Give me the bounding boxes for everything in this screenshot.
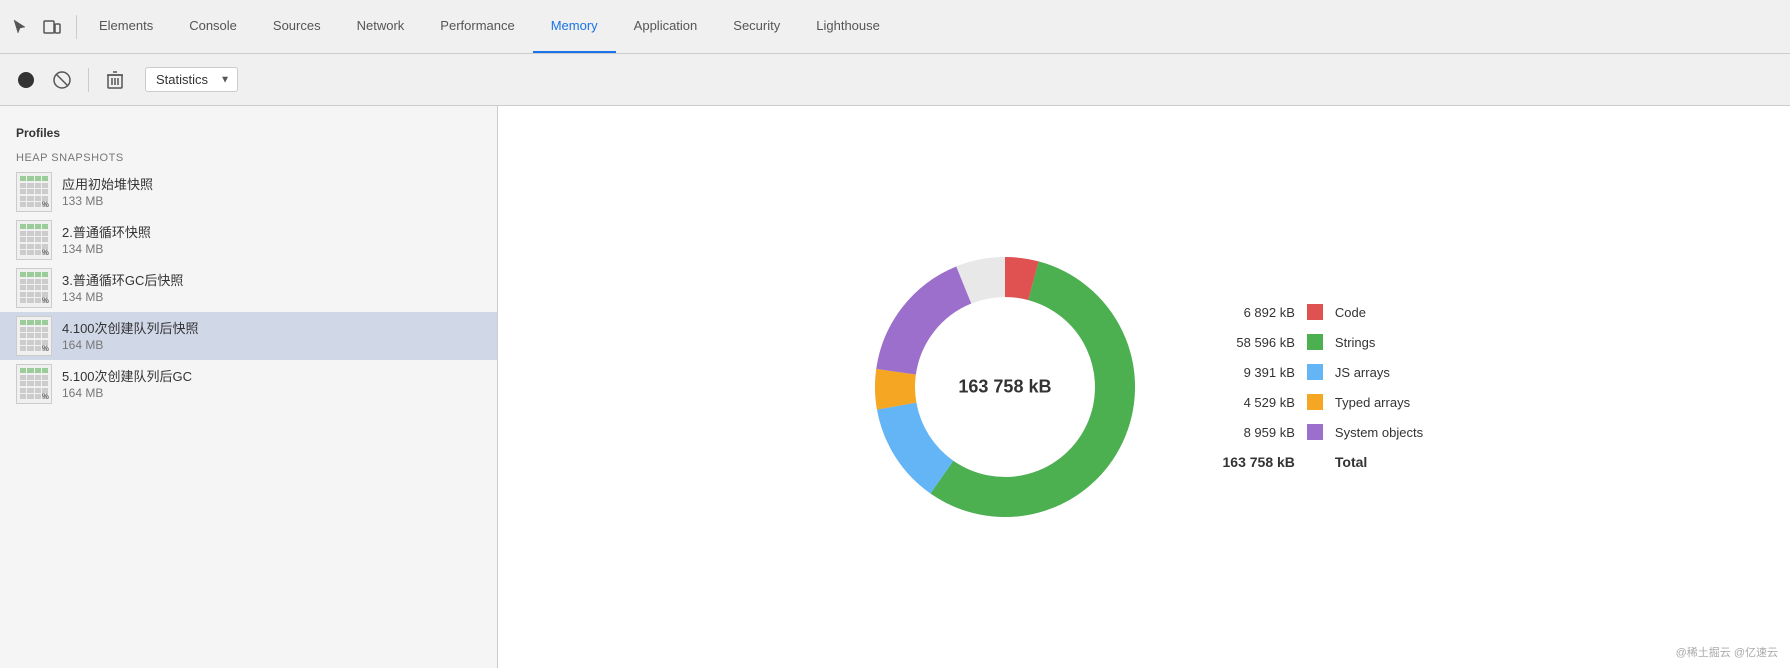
legend-label-code: Code (1335, 305, 1366, 320)
snapshot-size-3: 134 MB (62, 290, 481, 304)
legend-value-code: 6 892 kB (1205, 305, 1295, 320)
legend-color-strings (1307, 334, 1323, 350)
legend-color-js-arrays (1307, 364, 1323, 380)
legend-label-strings: Strings (1335, 335, 1375, 350)
tab-console[interactable]: Console (171, 0, 255, 53)
tab-security[interactable]: Security (715, 0, 798, 53)
snapshot-item-5[interactable]: % 5.100次创建队列后GC 164 MB (0, 360, 497, 408)
snapshot-icon-2: % (16, 222, 52, 258)
donut-center-label: 163 758 kB (958, 377, 1051, 398)
snapshot-size-2: 134 MB (62, 242, 481, 256)
snapshot-info-1: 应用初始堆快照 133 MB (62, 176, 481, 208)
tab-performance[interactable]: Performance (422, 0, 532, 53)
snapshot-info-2: 2.普通循环快照 134 MB (62, 224, 481, 256)
donut-segment-gap (964, 277, 1005, 285)
content-area: 163 758 kB 6 892 kB Code 58 596 kB Strin… (498, 106, 1790, 668)
legend-item-typed-arrays: 4 529 kB Typed arrays (1205, 394, 1423, 410)
snapshot-size-1: 133 MB (62, 194, 481, 208)
snapshot-size-5: 164 MB (62, 386, 481, 400)
nav-icons (8, 15, 77, 39)
legend-value-js-arrays: 9 391 kB (1205, 365, 1295, 380)
legend-item-system-objects: 8 959 kB System objects (1205, 424, 1423, 440)
snapshot-item-4[interactable]: % 4.100次创建队列后快照 164 MB (0, 312, 497, 360)
tab-memory[interactable]: Memory (533, 0, 616, 53)
statistics-dropdown-wrapper: Statistics ▼ (145, 67, 238, 92)
top-nav: ElementsConsoleSourcesNetworkPerformance… (0, 0, 1790, 54)
nav-tabs: ElementsConsoleSourcesNetworkPerformance… (81, 0, 898, 53)
legend-total-label: Total (1335, 454, 1367, 470)
legend-color-code (1307, 304, 1323, 320)
legend-item-strings: 58 596 kB Strings (1205, 334, 1423, 350)
snapshot-name-3: 3.普通循环GC后快照 (62, 272, 481, 290)
heap-snapshots-title: HEAP SNAPSHOTS (0, 144, 497, 168)
legend-label-js-arrays: JS arrays (1335, 365, 1390, 380)
legend-label-typed-arrays: Typed arrays (1335, 395, 1410, 410)
profiles-title: Profiles (0, 118, 497, 144)
sidebar: Profiles HEAP SNAPSHOTS % 应用初始堆快照 133 MB… (0, 106, 498, 668)
toolbar: Statistics ▼ (0, 54, 1790, 106)
legend-value-typed-arrays: 4 529 kB (1205, 395, 1295, 410)
snapshot-item-1[interactable]: % 应用初始堆快照 133 MB (0, 168, 497, 216)
toolbar-separator (88, 68, 89, 92)
snapshot-icon-3: % (16, 270, 52, 306)
snapshot-info-3: 3.普通循环GC后快照 134 MB (62, 272, 481, 304)
snapshot-name-5: 5.100次创建队列后GC (62, 368, 481, 386)
delete-button[interactable] (101, 66, 129, 94)
snapshot-icon-4: % (16, 318, 52, 354)
snapshot-list: % 应用初始堆快照 133 MB % 2.普通循环快照 134 MB (0, 168, 497, 408)
snapshot-name-4: 4.100次创建队列后快照 (62, 320, 481, 338)
donut-chart: 163 758 kB (865, 247, 1145, 527)
snapshot-name-2: 2.普通循环快照 (62, 224, 481, 242)
snapshot-info-4: 4.100次创建队列后快照 164 MB (62, 320, 481, 352)
tab-elements[interactable]: Elements (81, 0, 171, 53)
main-layout: Profiles HEAP SNAPSHOTS % 应用初始堆快照 133 MB… (0, 106, 1790, 668)
snapshot-item-3[interactable]: % 3.普通循环GC后快照 134 MB (0, 264, 497, 312)
donut-segment-typed-arrays (895, 372, 897, 406)
snapshot-icon-1: % (16, 174, 52, 210)
legend: 6 892 kB Code 58 596 kB Strings 9 391 kB… (1205, 304, 1423, 470)
tab-network[interactable]: Network (339, 0, 423, 53)
legend-value-strings: 58 596 kB (1205, 335, 1295, 350)
snapshot-info-5: 5.100次创建队列后GC 164 MB (62, 368, 481, 400)
watermark: @稀土掘云 @亿速云 (1676, 644, 1778, 660)
snapshot-icon-5: % (16, 366, 52, 402)
legend-color-typed-arrays (1307, 394, 1323, 410)
record-button[interactable] (12, 66, 40, 94)
stats-container: 163 758 kB 6 892 kB Code 58 596 kB Strin… (865, 247, 1423, 527)
legend-value-system-objects: 8 959 kB (1205, 425, 1295, 440)
donut-segment-system-objects (896, 285, 964, 372)
legend-item-code: 6 892 kB Code (1205, 304, 1423, 320)
device-toggle-icon[interactable] (40, 15, 64, 39)
statistics-select[interactable]: Statistics (145, 67, 238, 92)
legend-item-js-arrays: 9 391 kB JS arrays (1205, 364, 1423, 380)
legend-color-system-objects (1307, 424, 1323, 440)
tab-sources[interactable]: Sources (255, 0, 339, 53)
tab-application[interactable]: Application (616, 0, 716, 53)
snapshot-item-2[interactable]: % 2.普通循环快照 134 MB (0, 216, 497, 264)
stop-button[interactable] (48, 66, 76, 94)
cursor-icon[interactable] (8, 15, 32, 39)
legend-total-value: 163 758 kB (1205, 454, 1295, 470)
legend-total-row: 163 758 kB Total (1205, 454, 1423, 470)
snapshot-size-4: 164 MB (62, 338, 481, 352)
snapshot-name-1: 应用初始堆快照 (62, 176, 481, 194)
donut-segment-js-arrays (897, 406, 942, 477)
tab-lighthouse[interactable]: Lighthouse (798, 0, 898, 53)
donut-segment-code (1005, 277, 1033, 281)
legend-label-system-objects: System objects (1335, 425, 1423, 440)
